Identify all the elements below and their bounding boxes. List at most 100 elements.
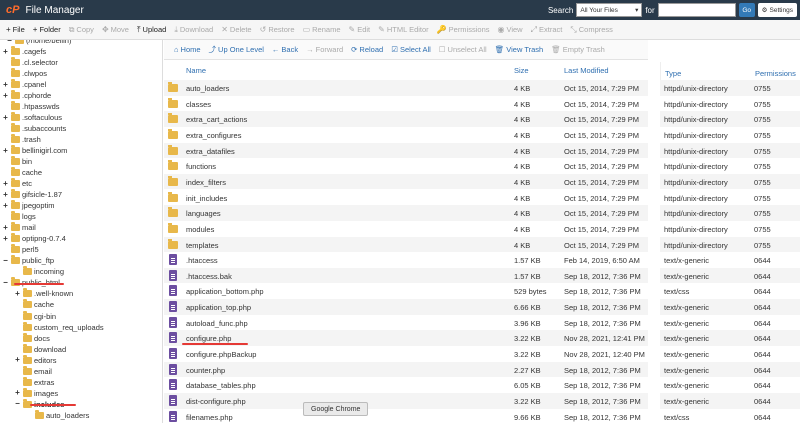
nav-select-all-button[interactable]: ☑ Select All: [387, 45, 435, 54]
file-name[interactable]: modules: [186, 225, 214, 234]
expand-icon[interactable]: +: [2, 80, 9, 89]
expand-icon[interactable]: +: [14, 356, 21, 364]
file-row-details[interactable]: text/x-generic 0644: [660, 393, 800, 409]
tree-item[interactable]: incoming: [14, 266, 64, 277]
column-modified-header[interactable]: Last Modified: [564, 66, 609, 75]
toolbar-compress-button[interactable]: ⤡ Compress: [566, 20, 617, 40]
file-row[interactable]: configure.phpBackup 3.22 KB Nov 28, 2021, …: [164, 346, 648, 362]
file-row-details[interactable]: text/x-generic 0644: [660, 346, 800, 362]
file-row-details[interactable]: httpd/unix-directory 0755: [660, 80, 800, 96]
tree-item[interactable]: auto_loaders: [26, 409, 89, 421]
expand-icon[interactable]: +: [2, 91, 9, 100]
file-row-details[interactable]: text/css 0644: [660, 283, 800, 299]
toolbar-file-button[interactable]: + File: [2, 20, 29, 40]
file-row[interactable]: autoload_func.php 3.96 KB Sep 18, 2012, 7:…: [164, 315, 648, 331]
tree-item[interactable]: + etc: [2, 178, 32, 189]
toolbar-download-button[interactable]: ⤓ Download: [170, 20, 217, 40]
file-row-details[interactable]: httpd/unix-directory 0755: [660, 221, 800, 237]
file-name[interactable]: auto_loaders: [186, 84, 229, 93]
expand-icon[interactable]: +: [2, 201, 9, 210]
file-name[interactable]: filenames.php: [186, 413, 233, 422]
file-row[interactable]: database_tables.php 6.05 KB Sep 18, 2012, …: [164, 377, 648, 393]
toolbar-permissions-button[interactable]: 🔑 Permissions: [433, 20, 494, 40]
file-row-details[interactable]: httpd/unix-directory 0755: [660, 111, 800, 127]
tree-item[interactable]: cgi-bin: [14, 310, 56, 322]
toolbar-upload-button[interactable]: ⤒ Upload: [133, 20, 170, 40]
file-row[interactable]: .htaccess.bak 1.57 KB Sep 18, 2012, 7:36 P…: [164, 267, 648, 284]
expand-icon[interactable]: +: [2, 113, 9, 122]
tree-item[interactable]: + optipng-0.7.4: [2, 233, 66, 244]
tree-item[interactable]: + .softaculous: [2, 112, 62, 123]
tree-item[interactable]: bin: [2, 156, 32, 167]
settings-button[interactable]: ⚙ Settings: [757, 3, 797, 17]
column-permissions-header[interactable]: Permissions: [755, 69, 796, 78]
file-name[interactable]: index_filters: [186, 178, 226, 187]
file-row-details[interactable]: httpd/unix-directory 0755: [660, 96, 800, 112]
tree-item[interactable]: download: [14, 343, 66, 355]
file-row[interactable]: filenames.php 9.66 KB Sep 18, 2012, 7:36 P…: [164, 409, 648, 423]
file-row-details[interactable]: text/x-generic 0644: [660, 267, 800, 284]
file-name[interactable]: extra_configures: [186, 131, 241, 140]
file-row[interactable]: dist-configure.php 3.22 KB Sep 18, 2012, 7…: [164, 393, 648, 409]
toolbar-view-button[interactable]: ◉ View: [493, 20, 526, 40]
file-name[interactable]: counter.php: [186, 366, 225, 375]
file-name[interactable]: application_top.php: [186, 303, 251, 312]
file-name[interactable]: extra_cart_actions: [186, 115, 247, 124]
file-name[interactable]: database_tables.php: [186, 381, 256, 390]
expand-icon[interactable]: +: [14, 289, 21, 298]
toolbar-html-editor-button[interactable]: ✎ HTML Editor: [374, 20, 433, 40]
tree-item[interactable]: + images: [14, 387, 58, 399]
file-row[interactable]: extra_datafiles 4 KB Oct 15, 2014, 7:29 PM: [164, 142, 648, 159]
tree-item[interactable]: extras: [14, 376, 54, 388]
column-type-header[interactable]: Type: [665, 69, 681, 78]
file-name[interactable]: configure.phpBackup: [186, 350, 256, 359]
file-row-details[interactable]: httpd/unix-directory 0755: [660, 158, 800, 174]
tree-item[interactable]: .cl.selector: [2, 57, 58, 68]
file-row-details[interactable]: text/x-generic 0644: [660, 252, 800, 268]
file-name[interactable]: classes: [186, 100, 211, 109]
tree-item[interactable]: .subaccounts: [2, 123, 66, 134]
file-row-details[interactable]: text/x-generic 0644: [660, 299, 800, 315]
tree-item[interactable]: .clwpos: [2, 68, 47, 79]
toolbar-rename-button[interactable]: ▭ Rename: [299, 20, 345, 40]
toolbar-copy-button[interactable]: ⧉ Copy: [65, 20, 98, 40]
file-name[interactable]: languages: [186, 209, 221, 218]
collapse-icon[interactable]: −: [2, 256, 9, 265]
tree-item[interactable]: + editors: [14, 354, 57, 366]
tree-item[interactable]: .htpasswds: [2, 101, 60, 112]
expand-icon[interactable]: +: [2, 190, 9, 199]
file-row-details[interactable]: text/x-generic 0644: [660, 330, 800, 346]
file-row-details[interactable]: text/x-generic 0644: [660, 361, 800, 378]
file-row[interactable]: index_filters 4 KB Oct 15, 2014, 7:29 PM: [164, 173, 648, 190]
file-name[interactable]: functions: [186, 162, 216, 171]
toolbar-extract-button[interactable]: ⤢ Extract: [527, 20, 567, 40]
tree-item[interactable]: cache: [14, 299, 54, 310]
toolbar-delete-button[interactable]: ✕ Delete: [217, 20, 255, 40]
search-input[interactable]: [657, 3, 736, 17]
nav-unselect-all-button[interactable]: ☐ Unselect All: [435, 45, 491, 54]
expand-icon[interactable]: +: [14, 389, 21, 397]
file-row-details[interactable]: text/x-generic 0644: [660, 377, 800, 393]
tree-item[interactable]: + mail: [2, 222, 36, 233]
file-row-details[interactable]: httpd/unix-directory 0755: [660, 142, 800, 159]
file-row[interactable]: auto_loaders 4 KB Oct 15, 2014, 7:29 PM: [164, 80, 648, 96]
file-name[interactable]: .htaccess.bak: [186, 272, 232, 281]
file-row-details[interactable]: text/x-generic 0644: [660, 315, 800, 331]
expand-icon[interactable]: +: [2, 47, 9, 56]
file-row[interactable]: .htaccess 1.57 KB Feb 14, 2019, 6:50 AM: [164, 252, 648, 268]
tree-item[interactable]: + .well-known: [14, 288, 73, 299]
column-size-header[interactable]: Size: [514, 66, 529, 75]
collapse-icon[interactable]: −: [14, 400, 21, 408]
file-row-details[interactable]: httpd/unix-directory 0755: [660, 236, 800, 253]
file-row[interactable]: application_bottom.php 529 bytes Sep 18, 2…: [164, 283, 648, 299]
toolbar-folder-button[interactable]: + Folder: [29, 20, 65, 40]
file-row[interactable]: functions 4 KB Oct 15, 2014, 7:29 PM: [164, 158, 648, 174]
expand-icon[interactable]: +: [2, 234, 9, 243]
toolbar-move-button[interactable]: ✥ Move: [98, 20, 133, 40]
tree-item[interactable]: + gifsicle-1.87: [2, 189, 62, 200]
tree-item[interactable]: + .cpanel: [2, 79, 46, 90]
file-row-details[interactable]: httpd/unix-directory 0755: [660, 173, 800, 190]
tree-item[interactable]: email: [14, 365, 52, 377]
file-row-details[interactable]: httpd/unix-directory 0755: [660, 205, 800, 221]
tree-item[interactable]: logs: [2, 211, 36, 222]
